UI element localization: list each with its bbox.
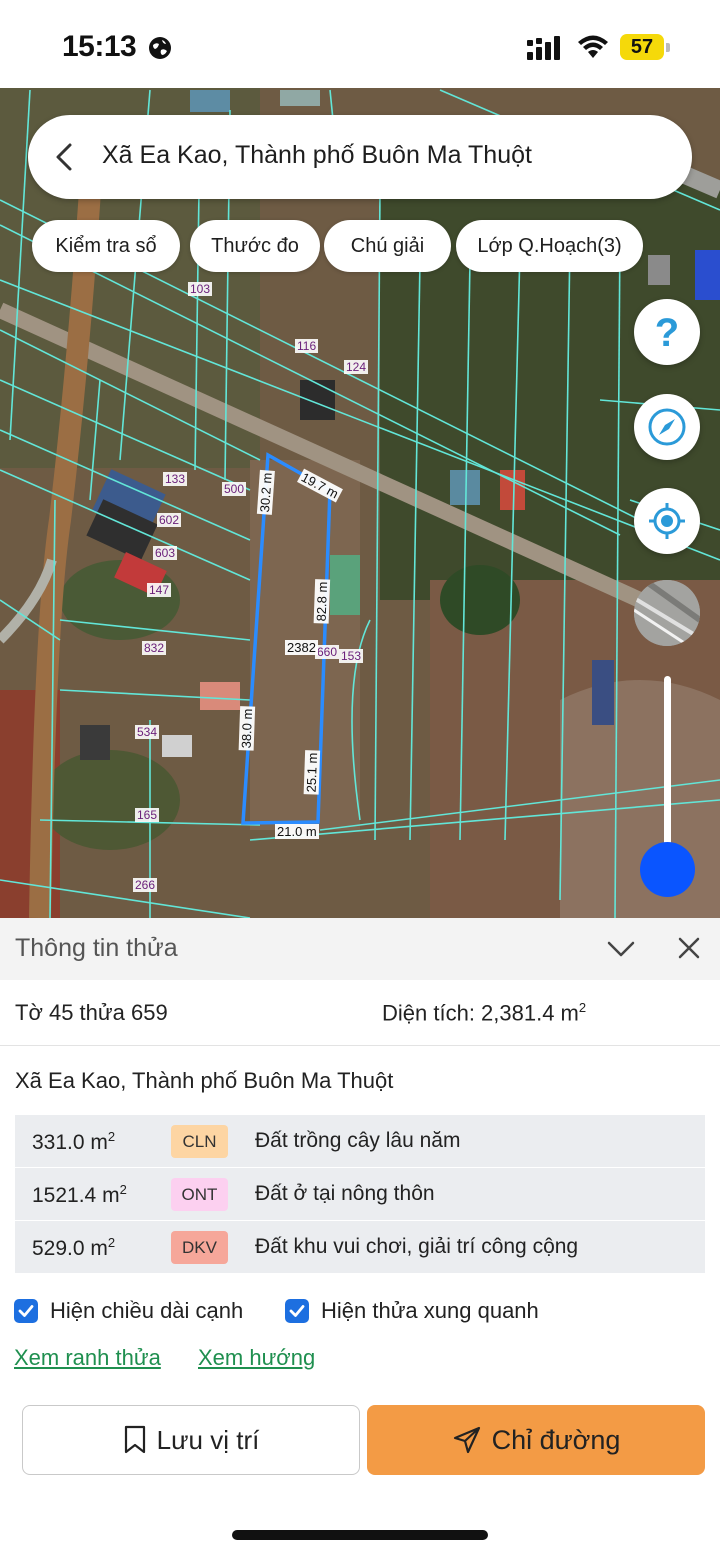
edge-length-label: 2382 [285,640,318,655]
checkbox-checked-icon[interactable] [285,1299,309,1323]
plot-label: 500 [222,482,247,496]
parcel-info-header: Thông tin thửa [0,918,720,980]
land-use-table: 331.0 m2 CLN Đất trồng cây lâu năm 1521.… [15,1115,705,1274]
location-title: Xã Ea Kao, Thành phố Buôn Ma Thuột [102,141,532,169]
battery-icon: 57 [620,34,670,60]
plot-label: 603 [153,546,178,560]
land-use-row: 1521.4 m2 ONT Đất ở tại nông thôn [15,1168,705,1221]
plot-label: 103 [188,282,213,296]
zoom-slider-handle[interactable] [640,842,695,897]
view-boundary-link[interactable]: Xem ranh thửa [14,1345,161,1371]
land-use-description: Đất khu vui chơi, giải trí công cộng [255,1235,579,1258]
bookmark-icon [123,1425,147,1455]
chip-planning-layers[interactable]: Lớp Q.Hoạch(3) [456,220,643,272]
get-directions-label: Chỉ đường [491,1424,621,1455]
compass-button[interactable] [634,394,700,460]
land-use-area-value: 331.0 m [32,1131,108,1154]
land-use-code-badge: ONT [171,1178,228,1211]
plot-label: 116 [295,339,319,353]
plot-label: 602 [157,513,182,527]
land-use-area: 1521.4 m2 [32,1182,127,1208]
land-use-description: Đất ở tại nông thôn [255,1182,435,1205]
edge-length-label: 30.2 m [256,470,275,515]
area-unit-superscript: 2 [578,1000,587,1015]
plot-label: 147 [147,583,172,597]
land-use-code-badge: DKV [171,1231,228,1264]
plot-label: 832 [142,641,167,655]
get-directions-button[interactable]: Chỉ đường [367,1405,705,1475]
satellite-layer-icon [634,580,700,646]
compass-icon [648,408,686,446]
close-icon[interactable] [675,934,703,962]
chevron-left-icon[interactable] [50,141,80,173]
status-bar: 15:13 57 [0,0,720,88]
zoom-slider-track[interactable] [664,676,671,866]
land-use-description: Đất trồng cây lâu năm [255,1129,461,1152]
land-use-code-badge: CLN [171,1125,228,1158]
parcel-id: Tờ 45 thửa 659 [15,1000,168,1025]
edge-length-label: 25.1 m [303,750,321,795]
chip-check-certificate[interactable]: Kiểm tra sổ [32,220,180,272]
land-use-area-value: 1521.4 m [32,1184,120,1207]
plot-label: 266 [133,878,158,892]
signal-icon [527,36,560,60]
chevron-down-icon[interactable] [606,936,636,962]
checkbox-checked-icon[interactable] [14,1299,38,1323]
save-location-label: Lưu vị trí [156,1424,260,1455]
land-use-area: 331.0 m2 [32,1129,115,1155]
map-view[interactable]: 103 116 124 133 500 602 603 147 832 534 … [0,88,720,918]
parcel-area-text: Diện tích: 2,381.4 m [382,1000,579,1026]
parcel-summary: Tờ 45 thửa 659 Diện tích: 2,381.4 m2 [0,980,720,1046]
plot-label: 153 [339,649,364,663]
land-use-area-value: 529.0 m [32,1237,108,1260]
location-search-bar[interactable]: Xã Ea Kao, Thành phố Buôn Ma Thuột [28,115,692,199]
home-indicator[interactable] [232,1530,488,1540]
chip-legend[interactable]: Chú giải [324,220,451,272]
land-use-row: 529.0 m2 DKV Đất khu vui chơi, giải trí … [15,1221,705,1274]
chip-measure[interactable]: Thước đo [190,220,320,272]
wifi-icon [578,35,608,58]
parcel-address: Xã Ea Kao, Thành phố Buôn Ma Thuột [15,1068,394,1093]
svg-text:?: ? [655,312,679,352]
show-edge-lengths-checkbox[interactable]: Hiện chiều dài cạnh [14,1298,243,1324]
question-mark-icon: ? [655,312,679,352]
layer-toggle-button[interactable] [634,580,700,646]
plot-label: 124 [344,360,369,374]
satellite-imagery [0,88,720,918]
edge-length-label: 82.8 m [313,579,331,624]
help-button[interactable]: ? [634,299,700,365]
plot-label: 165 [135,808,160,822]
checkbox-label: Hiện thửa xung quanh [321,1298,539,1323]
locate-button[interactable] [634,488,700,554]
send-arrow-icon [452,1425,482,1455]
locate-icon [649,503,685,539]
plot-label: 534 [135,725,160,739]
view-direction-link[interactable]: Xem hướng [198,1345,315,1371]
status-time: 15:13 [62,30,137,63]
area-unit-superscript: 2 [119,1182,127,1197]
parcel-area: Diện tích: 2,381.4 m2 [382,1000,586,1026]
panel-title: Thông tin thửa [15,934,178,962]
land-use-area: 529.0 m2 [32,1235,115,1261]
edge-length-label: 21.0 m [275,824,319,839]
checkbox-label: Hiện chiều dài cạnh [50,1298,244,1323]
area-unit-superscript: 2 [107,1235,116,1250]
show-surrounding-parcels-checkbox[interactable]: Hiện thửa xung quanh [285,1298,539,1324]
globe-icon [149,37,171,59]
edge-length-label: 38.0 m [238,706,256,751]
save-location-button[interactable]: Lưu vị trí [22,1405,360,1475]
battery-level: 57 [630,36,654,58]
plot-label: 133 [163,472,188,486]
land-use-row: 331.0 m2 CLN Đất trồng cây lâu năm [15,1115,705,1168]
plot-label: 660 [315,645,340,659]
area-unit-superscript: 2 [107,1129,116,1144]
